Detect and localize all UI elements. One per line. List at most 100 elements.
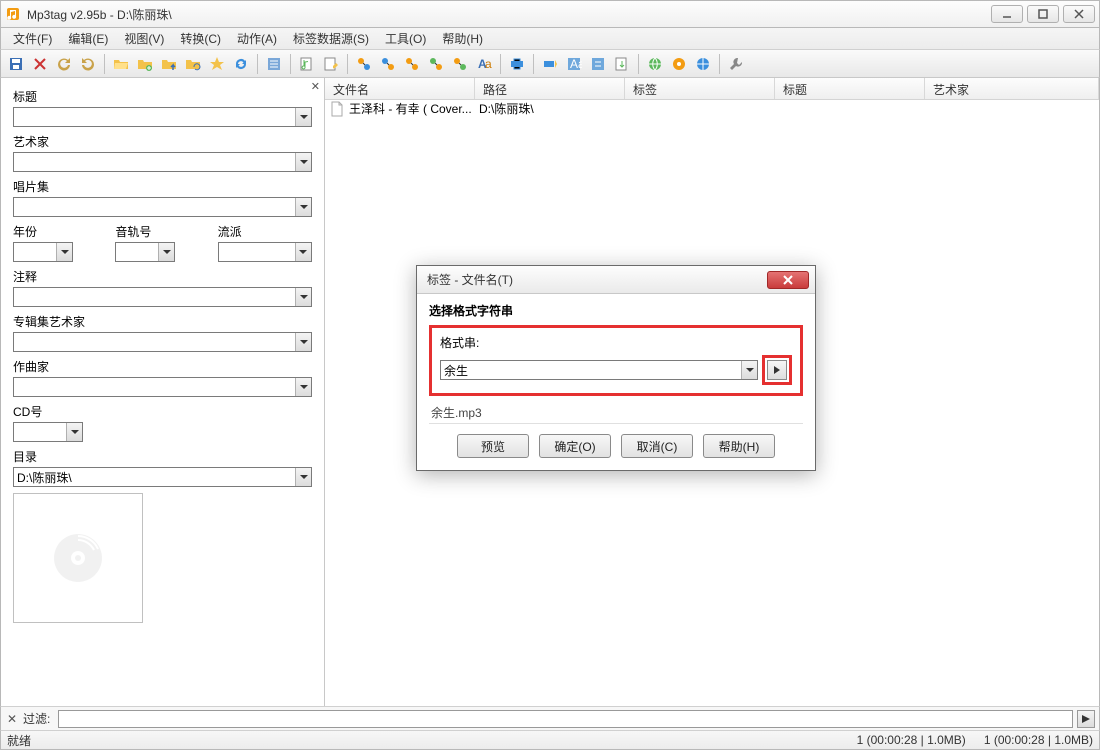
folder-add-icon[interactable] <box>134 53 156 75</box>
window-maximize-button[interactable] <box>1027 5 1059 23</box>
field-discnumber[interactable] <box>13 422 83 442</box>
chevron-down-icon[interactable] <box>295 153 311 171</box>
redo-icon[interactable] <box>77 53 99 75</box>
dialog-title: 标签 - 文件名(T) <box>427 271 767 288</box>
label-composer: 作曲家 <box>13 358 312 375</box>
rename-icon[interactable] <box>320 53 342 75</box>
toolbar-separator <box>719 54 720 74</box>
field-title[interactable] <box>13 107 312 127</box>
field-year[interactable] <box>13 242 73 262</box>
window-titlebar: Mp3tag v2.95b - D:\陈丽珠\ <box>0 0 1100 28</box>
label-comment: 注释 <box>13 268 312 285</box>
tools-icon[interactable] <box>725 53 747 75</box>
chevron-down-icon[interactable] <box>56 243 72 261</box>
chevron-down-icon[interactable] <box>295 243 311 261</box>
window-title: Mp3tag v2.95b - D:\陈丽珠\ <box>27 6 987 23</box>
chevron-down-icon[interactable] <box>295 333 311 351</box>
column-tag[interactable]: 标签 <box>625 78 775 99</box>
dialog-titlebar[interactable]: 标签 - 文件名(T) <box>417 266 815 294</box>
field-track[interactable] <box>115 242 175 262</box>
window-close-button[interactable] <box>1063 5 1095 23</box>
filter-close-icon[interactable]: ✕ <box>5 712 19 726</box>
chevron-down-icon[interactable] <box>66 423 82 441</box>
dialog-close-button[interactable] <box>767 271 809 289</box>
label-albumartist: 专辑集艺术家 <box>13 313 312 330</box>
field-genre[interactable] <box>218 242 312 262</box>
format-helper-button[interactable] <box>767 360 787 380</box>
text-to-tag-icon[interactable] <box>425 53 447 75</box>
menu-actions[interactable]: 动作(A) <box>229 28 285 49</box>
filter-input[interactable] <box>58 710 1073 728</box>
cell-filename: 王泽科 - 有幸 ( Cover... <box>349 100 479 117</box>
field-comment[interactable] <box>13 287 312 307</box>
help-button[interactable]: 帮助(H) <box>703 434 775 458</box>
cancel-button[interactable]: 取消(C) <box>621 434 693 458</box>
label-artist: 艺术家 <box>13 133 312 150</box>
format-string-input[interactable] <box>440 360 758 380</box>
cover-source-icon[interactable] <box>668 53 690 75</box>
menu-file[interactable]: 文件(F) <box>5 28 60 49</box>
tag-to-text-icon[interactable] <box>449 53 471 75</box>
chevron-down-icon[interactable] <box>295 198 311 216</box>
ok-button[interactable]: 确定(O) <box>539 434 611 458</box>
field-directory[interactable] <box>13 467 312 487</box>
status-selection: 1 (00:00:28 | 1.0MB) <box>857 733 966 747</box>
filter-bar: ✕ 过滤: <box>0 706 1100 730</box>
label-track: 音轨号 <box>115 223 209 240</box>
filename-to-tag-icon[interactable] <box>377 53 399 75</box>
chevron-down-icon[interactable] <box>295 468 311 486</box>
disc-icon <box>50 530 106 586</box>
autonumber-icon[interactable]: Aa <box>473 53 495 75</box>
album-art-placeholder[interactable] <box>13 493 143 623</box>
tag-to-filename-dialog: 标签 - 文件名(T) 选择格式字符串 格式串: 余生.mp3 预览 确定(O)… <box>416 265 816 471</box>
menu-edit[interactable]: 编辑(E) <box>60 28 116 49</box>
chevron-down-icon[interactable] <box>158 243 174 261</box>
menu-tagsources[interactable]: 标签数据源(S) <box>285 28 377 49</box>
tag-to-tag-icon[interactable] <box>401 53 423 75</box>
list-icon[interactable] <box>263 53 285 75</box>
chevron-down-icon[interactable] <box>295 378 311 396</box>
toolbar-separator <box>290 54 291 74</box>
toolbar-separator <box>638 54 639 74</box>
actions-quick-icon[interactable] <box>539 53 561 75</box>
refresh-icon[interactable] <box>230 53 252 75</box>
folder-open-icon[interactable] <box>110 53 132 75</box>
column-title[interactable]: 标题 <box>775 78 925 99</box>
web-source-icon[interactable] <box>644 53 666 75</box>
menu-help[interactable]: 帮助(H) <box>434 28 491 49</box>
folder-refresh-icon[interactable] <box>182 53 204 75</box>
menu-view[interactable]: 视图(V) <box>116 28 172 49</box>
tag-to-filename-icon[interactable] <box>353 53 375 75</box>
favorite-icon[interactable] <box>206 53 228 75</box>
label-year: 年份 <box>13 223 107 240</box>
folder-up-icon[interactable] <box>158 53 180 75</box>
tag-panel-close-icon[interactable]: ✕ <box>311 80 320 93</box>
export-icon[interactable] <box>611 53 633 75</box>
chevron-down-icon[interactable] <box>741 361 757 379</box>
filter-go-button[interactable] <box>1077 710 1095 728</box>
replace-icon[interactable] <box>587 53 609 75</box>
dialog-heading: 选择格式字符串 <box>429 302 803 319</box>
window-minimize-button[interactable] <box>991 5 1023 23</box>
field-albumartist[interactable] <box>13 332 312 352</box>
chevron-down-icon[interactable] <box>295 108 311 126</box>
label-directory: 目录 <box>13 448 312 465</box>
web-icon[interactable] <box>692 53 714 75</box>
field-composer[interactable] <box>13 377 312 397</box>
case-icon[interactable]: Aa <box>563 53 585 75</box>
column-artist[interactable]: 艺术家 <box>925 78 1099 99</box>
field-album[interactable] <box>13 197 312 217</box>
actions-icon[interactable] <box>506 53 528 75</box>
save-icon[interactable] <box>5 53 27 75</box>
menu-convert[interactable]: 转换(C) <box>172 28 229 49</box>
field-artist[interactable] <box>13 152 312 172</box>
delete-icon[interactable] <box>29 53 51 75</box>
column-filename[interactable]: 文件名 <box>325 78 475 99</box>
column-path[interactable]: 路径 <box>475 78 625 99</box>
preview-button[interactable]: 预览 <box>457 434 529 458</box>
undo-icon[interactable] <box>53 53 75 75</box>
playlist-icon[interactable] <box>296 53 318 75</box>
chevron-down-icon[interactable] <box>295 288 311 306</box>
file-row[interactable]: 王泽科 - 有幸 ( Cover...D:\陈丽珠\ <box>325 100 1099 118</box>
menu-tools[interactable]: 工具(O) <box>377 28 434 49</box>
